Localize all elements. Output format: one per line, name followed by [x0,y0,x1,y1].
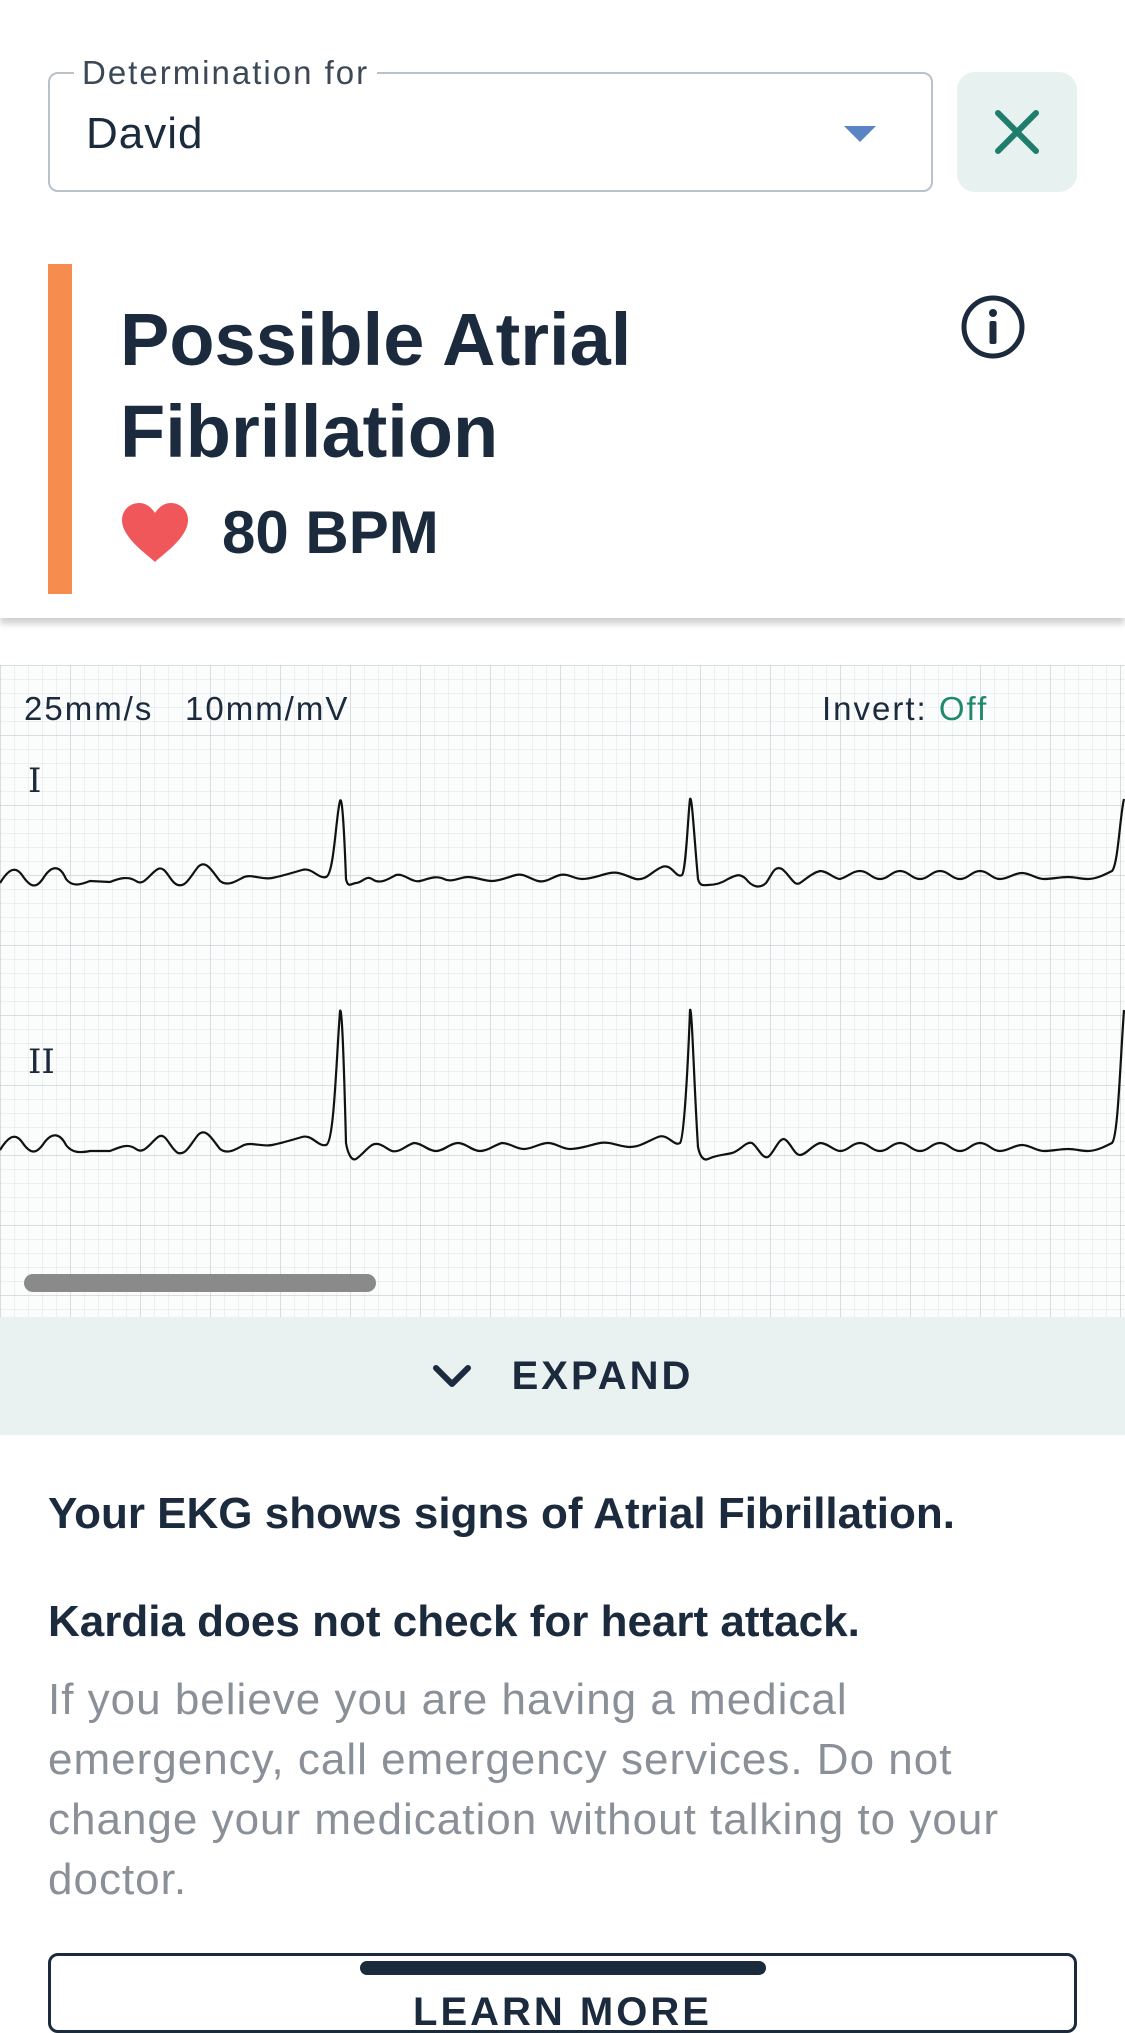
determination-value: David [86,109,204,158]
result-title: Possible Atrial Fibrillation [120,298,632,473]
chevron-down-icon [432,1365,471,1387]
ekg-scrollbar[interactable] [24,1274,376,1292]
bpm-value: 80 BPM [222,499,439,566]
result-message-heading: Your EKG shows signs of Atrial Fibrillat… [48,1489,955,1538]
expand-button[interactable]: EXPAND [0,1317,1125,1435]
caret-down-icon [844,126,876,142]
lead-ii-trace [0,1008,1125,1161]
lead-i-trace [0,797,1125,888]
result-card: Possible Atrial Fibrillation 80 BPM [0,236,1125,618]
heart-rate: 80 BPM [120,498,439,567]
close-icon [995,110,1039,154]
determination-select[interactable]: Determination for David [48,54,933,192]
ekg-waveform [0,797,1125,1161]
info-icon[interactable] [960,294,1026,360]
expand-label: EXPAND [511,1353,694,1398]
determination-legend: Determination for [74,54,378,92]
heart-attack-warning-heading: Kardia does not check for heart attack. [48,1597,860,1646]
home-indicator [360,1961,766,1975]
emergency-notice: If you believe you are having a medical … [48,1675,999,1904]
heart-icon [122,502,188,562]
ekg-strip[interactable]: 25mm/s 10mm/mV Invert: Off I II [0,665,1125,1317]
close-button[interactable] [957,72,1077,192]
learn-more-label: LEARN MORE [413,1990,712,2033]
result-accent-bar [48,264,72,594]
